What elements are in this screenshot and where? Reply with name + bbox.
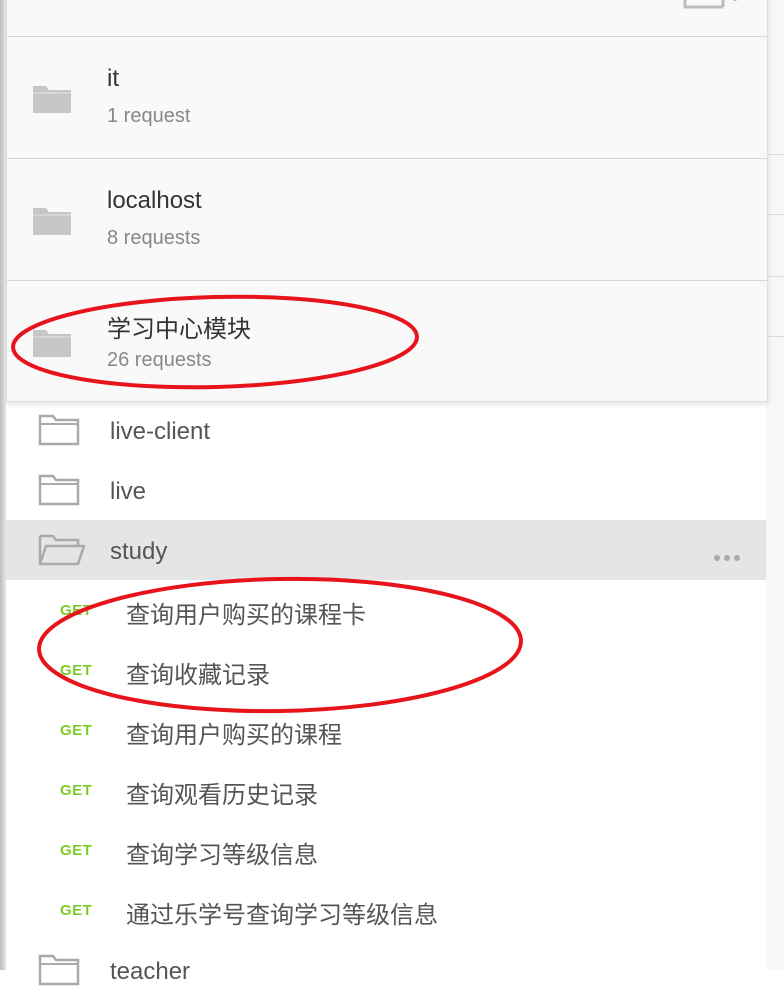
request-name: 查询学习等级信息 bbox=[126, 842, 318, 869]
folder-outline-icon bbox=[38, 414, 80, 446]
collection-request-count: 1 request bbox=[107, 105, 191, 127]
new-collection-icon[interactable] bbox=[683, 0, 743, 15]
request-name: 查询用户购买的课程 bbox=[126, 722, 342, 749]
folder-outline-icon bbox=[38, 954, 80, 986]
collection-name: 学习中心模块 bbox=[107, 316, 251, 343]
folder-name: live bbox=[110, 478, 147, 505]
folder-item-study[interactable]: study bbox=[6, 520, 766, 580]
folder-item-live[interactable]: live bbox=[6, 460, 766, 520]
folder-outline-icon bbox=[38, 474, 80, 506]
request-name: 通过乐学号查询学习等级信息 bbox=[126, 902, 438, 929]
folder-name: live-client bbox=[110, 418, 211, 445]
collection-folder-icon bbox=[33, 330, 71, 357]
folder-name: study bbox=[110, 538, 168, 565]
collection-tree: live-client live study GET 查询用户购买的课程卡 GE… bbox=[6, 400, 766, 1000]
http-method-badge: GET bbox=[60, 782, 93, 799]
http-method-badge: GET bbox=[60, 662, 93, 679]
collection-name: it bbox=[107, 65, 119, 92]
http-method-badge: GET bbox=[60, 722, 93, 739]
gutter-divider bbox=[766, 154, 784, 155]
request-name: 查询用户购买的课程卡 bbox=[126, 602, 366, 629]
collection-request-count: 26 requests bbox=[107, 349, 212, 371]
collection-item-learning-center[interactable]: 学习中心模块 26 requests bbox=[7, 281, 767, 402]
request-item[interactable]: GET 查询用户购买的课程卡 bbox=[6, 580, 766, 640]
request-item[interactable]: GET 查询观看历史记录 bbox=[6, 760, 766, 820]
collections-header bbox=[7, 0, 767, 37]
right-gutter bbox=[766, 0, 784, 970]
gutter-divider bbox=[766, 276, 784, 277]
request-name: 查询收藏记录 bbox=[126, 662, 270, 689]
collection-request-count: 8 requests bbox=[107, 227, 201, 249]
request-item[interactable]: GET 查询学习等级信息 bbox=[6, 820, 766, 880]
more-options-icon[interactable] bbox=[714, 548, 744, 566]
gutter-divider bbox=[766, 214, 784, 215]
folder-name: teacher bbox=[110, 958, 191, 985]
collection-folder-icon bbox=[33, 208, 71, 235]
collection-item-localhost[interactable]: localhost 8 requests bbox=[7, 159, 767, 281]
folder-item-live-client[interactable]: live-client bbox=[6, 400, 766, 460]
request-item[interactable]: GET 通过乐学号查询学习等级信息 bbox=[6, 880, 766, 940]
http-method-badge: GET bbox=[60, 902, 93, 919]
folder-item-teacher[interactable]: teacher bbox=[6, 940, 766, 1000]
collection-item-it[interactable]: it 1 request bbox=[7, 37, 767, 159]
request-name: 查询观看历史记录 bbox=[126, 782, 318, 809]
http-method-badge: GET bbox=[60, 842, 93, 859]
collection-name: localhost bbox=[107, 187, 202, 214]
collections-dropdown: it 1 request localhost 8 requests 学习中心模块… bbox=[6, 0, 768, 402]
folder-open-icon bbox=[38, 534, 86, 566]
collection-folder-icon bbox=[33, 86, 71, 113]
window-left-edge bbox=[0, 0, 6, 970]
gutter-divider bbox=[766, 336, 784, 337]
request-item[interactable]: GET 查询用户购买的课程 bbox=[6, 700, 766, 760]
http-method-badge: GET bbox=[60, 602, 93, 619]
request-item[interactable]: GET 查询收藏记录 bbox=[6, 640, 766, 700]
